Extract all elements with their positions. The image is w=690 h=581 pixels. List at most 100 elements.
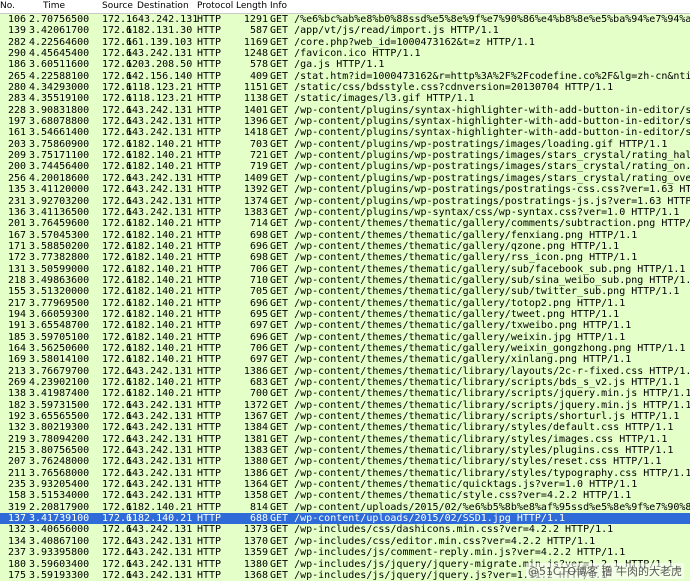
packet-row[interactable]: 164 3.56250600 172.1 6182.140.21 HTTP 706 GET … — [0, 342, 690, 355]
packet-row[interactable]: 319 2.20817900 172.1 6182.140.21 HTTP 814 GET … — [0, 501, 690, 514]
cell-len: 705 — [249, 286, 268, 298]
cell-info: GET /wp-includes/js/comment-reply.min.js… — [270, 547, 626, 559]
packet-row[interactable]: 106 2.70756500 172.1 1643.242.131 HTTP 1291 GE… — [0, 14, 690, 26]
packet-row[interactable]: 197 3.68078800 172.1 643.242.131 HTTP 1396 GET… — [0, 116, 690, 128]
packet-row[interactable]: 155 3.51320000 172.1 6182.140.21 HTTP 705 GET … — [0, 286, 690, 298]
packet-row[interactable]: 209 3.75171100 172.1 6182.140.21 HTTP 721 GET … — [0, 150, 690, 162]
cell-no: 283 — [7, 93, 26, 105]
column-header-no[interactable]: No. — [0, 1, 15, 11]
cell-len: 706 — [249, 342, 268, 354]
cell-time: 3.51534000 — [29, 490, 90, 502]
cell-info: GET /stat.htm?id=1000473162&r=http%3A%2F… — [270, 70, 690, 82]
packet-row[interactable]: 218 3.49863600 172.1 6182.140.21 HTTP 710 GET … — [0, 274, 690, 287]
packet-row[interactable]: 219 3.78094200 172.1 643.242.131 HTTP 1381 GET… — [0, 433, 690, 446]
packet-row[interactable]: 215 3.80756500 172.1 643.242.131 HTTP 1383 GET… — [0, 445, 690, 457]
cell-no: 217 — [7, 297, 26, 309]
packet-row[interactable]: 139 3.42061700 172.1 6182.131.30 HTTP 587 GET … — [0, 25, 690, 37]
cell-info: GET /wp-content/themes/thematic/gallery/… — [270, 354, 632, 366]
cell-time: 3.41136500 — [29, 206, 90, 218]
packet-row[interactable]: 161 3.54661400 172.1 643.242.131 HTTP 1418 GET… — [0, 127, 690, 139]
cell-len: 714 — [249, 218, 268, 230]
packet-row[interactable]: 280 4.34293000 172.1 6118.123.21 HTTP 1151 GET… — [0, 82, 690, 94]
cell-dst: 6182.140.21 — [126, 161, 193, 173]
cell-proto: HTTP — [197, 25, 222, 37]
cell-time: 3.76248000 — [29, 456, 90, 468]
cell-time: 4.34293000 — [29, 82, 90, 94]
packet-row[interactable]: 131 3.50599000 172.1 6182.140.21 HTTP 706 GET … — [0, 263, 690, 275]
packet-row[interactable]: 290 4.45645400 172.1 643.242.131 HTTP 1248 GET… — [0, 48, 690, 60]
column-header-info[interactable]: Info — [270, 1, 287, 11]
cell-no: 186 — [7, 59, 26, 71]
cell-len: 1169 — [243, 36, 268, 48]
cell-len: 698 — [249, 252, 268, 264]
cell-time: 3.49863600 — [29, 274, 90, 286]
cell-time: 3.59193300 — [29, 569, 90, 581]
cell-time: 3.41739100 — [29, 513, 90, 525]
packet-row[interactable]: 201 3.76459600 172.1 6182.140.21 HTTP 714 GET … — [0, 218, 690, 230]
cell-dst: 6182.140.21 — [126, 308, 193, 320]
packet-row[interactable]: 256 4.20018600 172.1 643.242.131 HTTP 1409 GET… — [0, 172, 690, 185]
packet-row[interactable]: 135 3.41120000 172.1 643.242.131 HTTP 1392 GET… — [0, 184, 690, 196]
packet-row[interactable]: 185 3.59705100 172.1 6182.140.21 HTTP 696 GET … — [0, 331, 690, 343]
packet-row[interactable]: 231 3.92703200 172.1 643.242.131 HTTP 1374 GET… — [0, 195, 690, 207]
cell-info: GET /favicon.ico HTTP/1.1 — [270, 48, 421, 60]
packet-row[interactable]: 269 4.23902100 172.1 6182.140.21 HTTP 683 GET … — [0, 377, 690, 389]
cell-dst: 643.242.131 — [126, 104, 193, 116]
packet-row[interactable]: 265 4.22588100 172.1 642.156.140 HTTP 409 GET … — [0, 70, 690, 83]
packet-row[interactable]: 203 3.75860900 172.1 6182.140.21 HTTP 703 GET … — [0, 138, 690, 151]
cell-time: 3.58014100 — [29, 354, 90, 366]
packet-row[interactable]: 200 3.74456400 172.1 6182.140.21 HTTP 719 GET … — [0, 161, 690, 173]
packet-row[interactable]: 132 3.40656000 172.1 643.242.131 HTTP 1373 GET… — [0, 524, 690, 536]
packet-row[interactable]: 194 3.66059300 172.1 6182.140.21 HTTP 695 GET … — [0, 308, 690, 321]
packet-row[interactable]: 158 3.51534000 172.1 643.242.131 HTTP 1358 GET… — [0, 490, 690, 502]
cell-len: 1409 — [243, 172, 268, 184]
cell-time: 3.59731500 — [29, 399, 90, 411]
packet-row-selected[interactable]: 137 3.41739100 172.1 6182.140.21 HTTP 688 GET … — [0, 513, 690, 525]
cell-no: 228 — [7, 104, 26, 116]
cell-len: 1392 — [243, 184, 268, 196]
packet-row[interactable]: 283 4.35519100 172.1 6118.123.21 HTTP 1138 GET… — [0, 93, 690, 105]
column-header-protocol[interactable]: Protocol — [197, 1, 233, 11]
packet-row[interactable]: 167 3.57045300 172.1 6182.140.21 HTTP 698 GET … — [0, 229, 690, 241]
packet-row[interactable]: 211 3.76568000 172.1 643.242.131 HTTP 1386 GET… — [0, 467, 690, 480]
packet-row[interactable]: 132 3.80219300 172.1 643.242.131 HTTP 1384 GET… — [0, 422, 690, 434]
packet-row[interactable]: 282 4.22564600 172.1 661.139.103 HTTP 1169 GET… — [0, 36, 690, 49]
packet-row[interactable]: 191 3.65548700 172.1 6182.140.21 HTTP 697 GET … — [0, 320, 690, 332]
cell-len: 1367 — [243, 411, 268, 423]
cell-len: 1374 — [243, 195, 268, 207]
cell-no: 218 — [7, 274, 26, 286]
packet-row[interactable]: 186 3.60511600 172.1 6203.208.50 HTTP 578 GET … — [0, 59, 690, 71]
packet-row[interactable]: 228 3.90831800 172.1 643.242.131 HTTP 1401 GET… — [0, 104, 690, 117]
packet-row[interactable]: 237 3.93395800 172.1 643.242.131 HTTP 1359 GET… — [0, 547, 690, 559]
cell-dst: 6203.208.50 — [126, 59, 193, 71]
packet-row[interactable]: 207 3.76248000 172.1 643.242.131 HTTP 1380 GET… — [0, 456, 690, 468]
packet-row[interactable]: 172 3.77382800 172.1 6182.140.21 HTTP 698 GET … — [0, 252, 690, 264]
cell-time: 4.22588100 — [29, 70, 90, 82]
packet-row[interactable]: 138 3.41987400 172.1 6182.140.21 HTTP 700 GET … — [0, 388, 690, 400]
packet-row[interactable]: 192 3.65565500 172.1 643.242.131 HTTP 1367 GET… — [0, 411, 690, 423]
packet-row[interactable]: 182 3.59731500 172.1 643.242.131 HTTP 1372 GET… — [0, 399, 690, 412]
packet-row[interactable]: 217 3.77969500 172.1 6182.140.21 HTTP 696 GET … — [0, 297, 690, 309]
cell-info: GET /wp-content/plugins/wp-syntax/css/wp… — [270, 206, 680, 218]
column-header-destination[interactable]: Destination — [137, 1, 189, 11]
packet-row[interactable]: 171 3.58850200 172.1 6182.140.21 HTTP 696 GET … — [0, 240, 690, 253]
cell-no: 200 — [7, 161, 26, 173]
cell-len: 719 — [249, 161, 268, 173]
column-header-source[interactable]: Source — [102, 1, 133, 11]
cell-dst: 643.242.131 — [126, 411, 193, 423]
packet-row[interactable]: 169 3.58014100 172.1 6182.140.21 HTTP 697 GET … — [0, 354, 690, 366]
cell-dst: 643.242.131 — [126, 184, 193, 196]
packet-row[interactable]: 213 3.76679700 172.1 643.242.131 HTTP 1386 GET… — [0, 365, 690, 377]
packet-row[interactable]: 136 3.41136500 172.1 643.242.131 HTTP 1383 GET… — [0, 206, 690, 219]
cell-time: 4.20018600 — [29, 172, 90, 184]
packet-list[interactable]: 106 2.70756500 172.1 1643.242.131 HTTP 1291 GE… — [0, 14, 690, 581]
cell-proto: HTTP — [197, 445, 222, 457]
column-header-length[interactable]: Length — [236, 1, 267, 11]
cell-len: 696 — [249, 297, 268, 309]
cell-proto: HTTP — [197, 513, 222, 525]
packet-row[interactable]: 134 3.40867100 172.1 643.242.131 HTTP 1370 GET… — [0, 535, 690, 548]
cell-time: 3.80219300 — [29, 422, 90, 434]
column-header-time[interactable]: Time — [43, 1, 65, 11]
packet-row[interactable]: 235 3.93205400 172.1 643.242.131 HTTP 1364 GET… — [0, 479, 690, 491]
cell-dst: 6182.140.21 — [126, 218, 193, 230]
